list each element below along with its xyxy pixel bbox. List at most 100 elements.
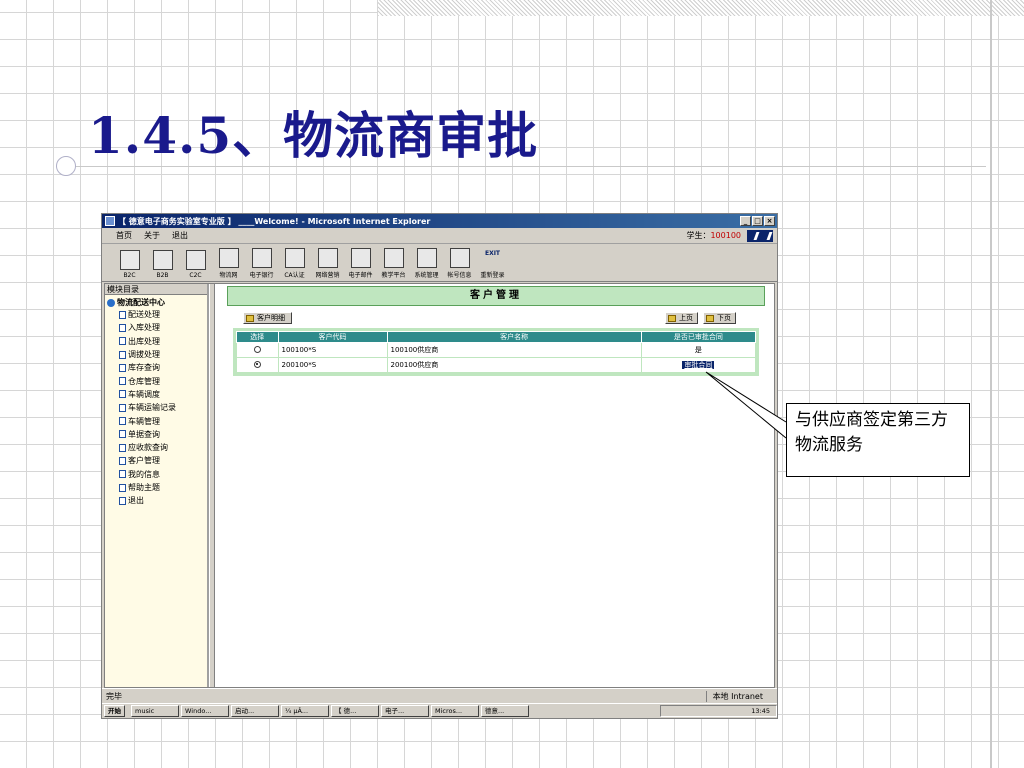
toolbar-label: B2B [156,272,169,279]
toolbar-button-7[interactable]: 电子邮件 [345,248,376,281]
taskbar-task-4[interactable]: 【 德... [331,705,379,717]
document-icon [119,403,126,412]
select-cell [236,342,279,358]
table-header-row: 选择 客户代码 客户名称 是否已审批合同 [236,331,757,343]
sidebar-item-6[interactable]: 车辆调度 [105,388,207,401]
document-icon [119,417,126,426]
close-button[interactable]: × [764,216,775,226]
sidebar-item-4[interactable]: 库存查询 [105,361,207,374]
menu-logout[interactable]: 退出 [172,230,188,241]
window-title: 【 德意电子商务实验室专业版 】 ____Welcome! - Microsof… [118,216,431,226]
col-select: 选择 [236,331,279,343]
certificate-icon [284,248,305,268]
menu-about[interactable]: 关于 [144,230,160,241]
next-page-label: 下页 [717,314,731,322]
toolbar-label: B2C [123,272,136,279]
toolbar-label: 网络营销 [315,272,340,279]
system-tray-clock: 13:45 [660,705,777,717]
prev-page-button[interactable]: 上页 [665,312,698,324]
name-cell: 200100供应商 [386,357,642,373]
sidebar-item-9[interactable]: 单据查询 [105,428,207,441]
approve-contract-link[interactable]: 审批合同 [682,361,715,369]
sidebar-item-8[interactable]: 车辆管理 [105,414,207,427]
minimize-button[interactable]: _ [740,216,751,226]
page-title: 客户管理 [227,286,765,306]
sidebar-item-label: 调拔处理 [128,350,160,360]
taskbar: 开始 music Windo... 启动... ¼ µÂ... 【 德... 电子... M… [102,703,777,718]
toolbar-button-9[interactable]: 系统管理 [411,248,442,281]
marketing-icon [317,248,338,268]
taskbar-task-0[interactable]: music [131,705,179,717]
document-icon [119,323,126,332]
toolbar-label: 物流网 [219,272,238,279]
sidebar-item-2[interactable]: 出库处理 [105,335,207,348]
sidebar-item-7[interactable]: 车辆运输记录 [105,401,207,414]
decorative-vertical-line [990,0,992,768]
teaching-icon [383,248,404,268]
taskbar-task-3[interactable]: ¼ µÂ... [281,705,329,717]
status-text: 完毕 [106,691,122,701]
taskbar-task-6[interactable]: Micros... [431,705,479,717]
toolbar-button-1[interactable]: B2B [147,250,178,281]
maximize-button[interactable]: □ [752,216,763,226]
col-approved: 是否已审批合同 [640,331,757,343]
toolbar-label: 教学平台 [381,272,406,279]
window-titlebar[interactable]: 【 德意电子商务实验室专业版 】 ____Welcome! - Microsof… [102,214,777,228]
menu-bar: 首页 关于 退出 学生：100100 [102,228,777,244]
select-radio[interactable] [253,360,261,368]
sidebar-root[interactable]: 物流配送中心 [105,297,207,308]
customer-table: 选择 客户代码 客户名称 是否已审批合同 100100*S 100100供应商 是 2… [236,331,757,373]
taskbar-task-2[interactable]: 启动... [231,705,279,717]
taskbar-task-1[interactable]: Windo... [181,705,229,717]
select-radio[interactable] [253,345,261,353]
toolbar-button-11[interactable]: EXIT 重新登录 [477,248,508,281]
toolbar-button-2[interactable]: C2C [180,250,211,281]
toolbar-button-3[interactable]: 物流网 [213,248,244,281]
ie-logo-icon [747,229,773,242]
callout-box: 与供应商签定第三方物流服务 [786,403,970,477]
sidebar-item-5[interactable]: 仓库管理 [105,374,207,387]
document-icon [119,337,126,346]
sidebar-item-label: 单据查询 [128,429,160,439]
prev-icon [668,314,676,322]
toolbar-button-8[interactable]: 教学平台 [378,248,409,281]
sidebar-item-14[interactable]: 退出 [105,494,207,507]
toolbar-button-0[interactable]: B2C [114,250,145,281]
next-icon [706,314,714,322]
sidebar-item-label: 库存查询 [128,363,160,373]
document-icon [119,496,126,505]
approved-cell: 是 [640,342,757,358]
next-page-button[interactable]: 下页 [703,312,736,324]
sidebar-item-label: 配送处理 [128,310,160,320]
start-button[interactable]: 开始 [104,705,125,717]
toolbar-label: CA认证 [284,272,305,279]
system-icon [416,248,437,268]
toolbar-button-4[interactable]: 电子银行 [246,248,277,281]
toolbar-button-10[interactable]: 帐号信息 [444,248,475,281]
toolbar-label: 重新登录 [480,272,505,279]
taskbar-task-5[interactable]: 电子... [381,705,429,717]
sidebar-item-10[interactable]: 应收款查询 [105,441,207,454]
sidebar-item-13[interactable]: 帮助主题 [105,481,207,494]
customer-detail-button[interactable]: 客户明细 [243,312,292,324]
sidebar-item-12[interactable]: 我的信息 [105,468,207,481]
approved-cell: 审批合同 [640,357,757,373]
frame-splitter[interactable] [209,284,215,687]
customer-detail-label: 客户明细 [257,314,285,322]
decorative-circle [56,156,76,176]
menu-home[interactable]: 首页 [116,230,132,241]
sidebar-item-3[interactable]: 调拔处理 [105,348,207,361]
account-icon [449,248,470,268]
browser-window: 【 德意电子商务实验室专业版 】 ____Welcome! - Microsof… [101,213,778,719]
sidebar-item-1[interactable]: 入库处理 [105,321,207,334]
sidebar-item-11[interactable]: 客户管理 [105,454,207,467]
toolbar-button-5[interactable]: CA认证 [279,248,310,281]
sidebar-item-0[interactable]: 配送处理 [105,308,207,321]
toolbar-label: 电子银行 [249,272,274,279]
taskbar-task-7[interactable]: 德意... [481,705,529,717]
col-name: 客户名称 [386,331,642,343]
toolbar-button-6[interactable]: 网络营销 [312,248,343,281]
table-row: 200100*S 200100供应商 审批合同 [236,357,757,373]
document-icon [119,483,126,492]
document-icon [119,377,126,386]
